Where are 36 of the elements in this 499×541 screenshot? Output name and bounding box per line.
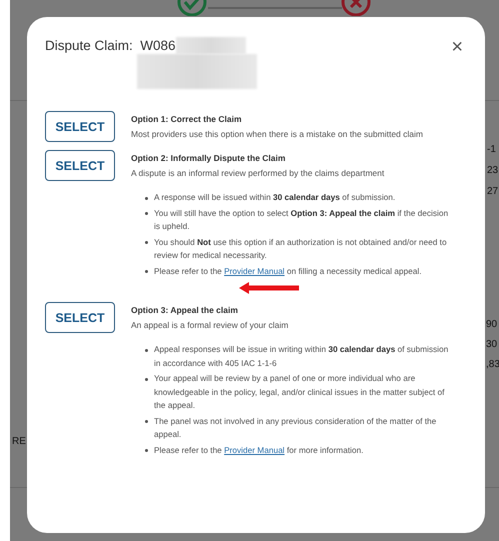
- background-text: 30: [486, 339, 498, 350]
- option-title: Option 2: Informally Dispute the Claim: [131, 153, 286, 163]
- option-description: Most providers use this option when there is a mistake on the submitted claim: [131, 129, 423, 139]
- bullet-text: Please refer to the Provider Manual on filling a necessity medical appeal.: [154, 264, 422, 278]
- option-title: Option 3: Appeal the claim: [131, 305, 239, 315]
- background-text: -1: [487, 144, 496, 155]
- background-text: RE: [12, 436, 26, 447]
- bullet-text: Your appeal will be review by a panel of one or more individual who are knowledgeable in the policy, legal, and/or clinical issues in the matter subject of the appeal.: [154, 372, 446, 412]
- bullet-text: You will still have the option to select Option 3: Appeal the claim if the decision is upheld.: [154, 206, 449, 233]
- option-description: An appeal is a formal review of your claim: [131, 320, 288, 330]
- background-text: 27: [487, 186, 498, 197]
- bullet-icon: [145, 241, 148, 244]
- bullet-text: Please refer to the Provider Manual for more information.: [154, 444, 364, 456]
- bullet-icon: [145, 348, 148, 352]
- bullet-text: The panel was not involved in any previous consideration of the matter of the appeal.: [154, 414, 438, 441]
- bullet-text: A response will be issued within 30 calendar days of submission.: [154, 191, 396, 204]
- option-title: Option 1: Correct the Claim: [131, 114, 243, 124]
- close-button[interactable]: ×: [451, 37, 463, 57]
- dialog-title: Dispute Claim: W086: [45, 38, 176, 53]
- bullet-icon: [145, 378, 148, 380]
- option-description: A dispute is an informal review performed by the claims department: [131, 168, 384, 178]
- background-text: ,83: [486, 359, 499, 370]
- bullet-icon: [145, 270, 148, 273]
- select-button[interactable]: SELECT: [45, 150, 115, 181]
- bullet-icon: [145, 449, 148, 452]
- provider-manual-link[interactable]: Provider Manual: [224, 444, 285, 454]
- select-button[interactable]: SELECT: [45, 302, 115, 333]
- background-text: 23: [487, 165, 498, 176]
- bullet-text: You should Not use this option if an authorization is not obtained and/or need to review for medical necessarity.: [154, 236, 448, 262]
- bullet-icon: [145, 212, 148, 215]
- bullet-icon: [145, 196, 148, 200]
- provider-manual-link[interactable]: Provider Manual: [224, 266, 285, 276]
- select-button[interactable]: SELECT: [45, 111, 115, 142]
- bullet-icon: [145, 420, 148, 423]
- bullet-text: Appeal responses will be issue in writing within 30 calendar days of submission in accordance with 405 IAC 1-1-6: [154, 343, 449, 370]
- background-text: 90: [486, 319, 498, 330]
